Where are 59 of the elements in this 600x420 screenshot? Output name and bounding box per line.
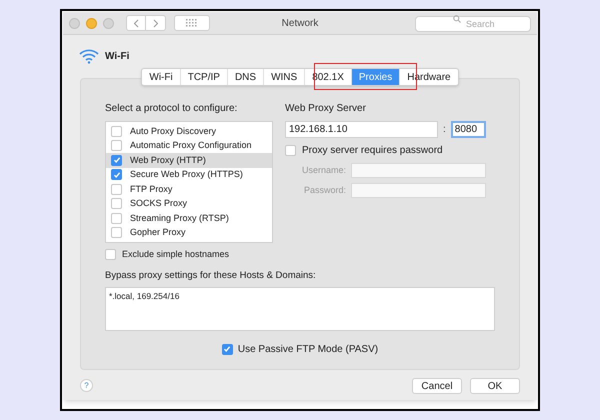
window-title: Network xyxy=(282,16,318,30)
field-label: Password: xyxy=(302,184,347,197)
dialog-button[interactable]: OK xyxy=(470,378,520,394)
chevron-right-icon xyxy=(152,18,158,28)
close-button[interactable] xyxy=(69,18,80,28)
checkbox[interactable] xyxy=(111,198,122,210)
protocol-row[interactable]: Streaming Proxy (RTSP) xyxy=(106,211,272,226)
protocol-row[interactable]: FTP Proxy xyxy=(106,182,272,196)
checkbox[interactable] xyxy=(111,184,122,195)
wifi-icon xyxy=(79,49,99,64)
checkbox[interactable] xyxy=(105,249,116,260)
protocol-row[interactable]: Automatic Proxy Configuration xyxy=(106,138,272,153)
back-button[interactable] xyxy=(126,15,146,31)
section-label: Bypass proxy settings for these Hosts & Domains: xyxy=(105,268,317,282)
protocol-label: Automatic Proxy Configuration xyxy=(130,139,252,152)
bypass-field[interactable]: *.local, 169.254/16 xyxy=(105,286,495,331)
interface-name: Wi-Fi xyxy=(105,50,130,64)
protocol-row[interactable]: Gopher Proxy xyxy=(106,226,272,240)
minimize-button[interactable] xyxy=(86,18,97,28)
port-separator: : xyxy=(443,123,446,137)
host-field[interactable]: 192.168.1.10 xyxy=(285,121,438,138)
checkbox[interactable] xyxy=(111,169,122,180)
checkbox[interactable] xyxy=(111,212,122,224)
checkbox-label: Use Passive FTP Mode (PASV) xyxy=(238,342,378,357)
checkbox-label: Proxy server requires password xyxy=(302,144,443,158)
checkbox[interactable] xyxy=(111,126,122,137)
show-all-button[interactable] xyxy=(174,15,210,31)
protocol-row[interactable]: SOCKS Proxy xyxy=(106,196,272,211)
checkbox[interactable] xyxy=(111,154,122,166)
checkbox-label: Exclude simple hostnames xyxy=(122,248,230,261)
tab[interactable]: TCP/IP xyxy=(180,69,227,85)
protocol-label: Streaming Proxy (RTSP) xyxy=(130,212,229,225)
chevron-left-icon xyxy=(133,18,139,28)
protocol-label: SOCKS Proxy xyxy=(130,197,188,210)
protocol-label: FTP Proxy xyxy=(130,182,172,196)
field-label: Username: xyxy=(300,164,347,177)
search-icon xyxy=(453,15,461,23)
protocol-label: Auto Proxy Discovery xyxy=(130,124,216,138)
protocol-row[interactable]: Auto Proxy Discovery xyxy=(106,124,272,138)
protocol-label: Web Proxy (HTTP) xyxy=(130,154,206,167)
zoom-button[interactable] xyxy=(103,18,114,28)
checkbox[interactable] xyxy=(222,344,233,355)
protocol-label: Gopher Proxy xyxy=(130,226,186,239)
search-field[interactable]: Search xyxy=(415,16,531,32)
checkbox[interactable] xyxy=(111,140,122,152)
forward-button[interactable] xyxy=(146,15,166,31)
port-field[interactable]: 8080 xyxy=(450,121,486,138)
checkbox[interactable] xyxy=(111,227,122,238)
tab[interactable]: WINS xyxy=(263,69,304,85)
section-label: Select a protocol to configure: xyxy=(105,102,238,116)
dialog-button[interactable]: Cancel xyxy=(412,378,462,394)
tab[interactable]: DNS xyxy=(226,69,264,85)
protocol-label: Secure Web Proxy (HTTPS) xyxy=(130,168,243,181)
protocol-row[interactable]: Secure Web Proxy (HTTPS) xyxy=(106,168,272,182)
section-label: Web Proxy Server xyxy=(285,102,367,116)
checkbox[interactable] xyxy=(285,145,296,156)
tab[interactable]: Wi-Fi xyxy=(142,69,180,85)
grid-icon xyxy=(186,19,198,27)
protocol-row[interactable]: Web Proxy (HTTP) xyxy=(106,153,272,168)
